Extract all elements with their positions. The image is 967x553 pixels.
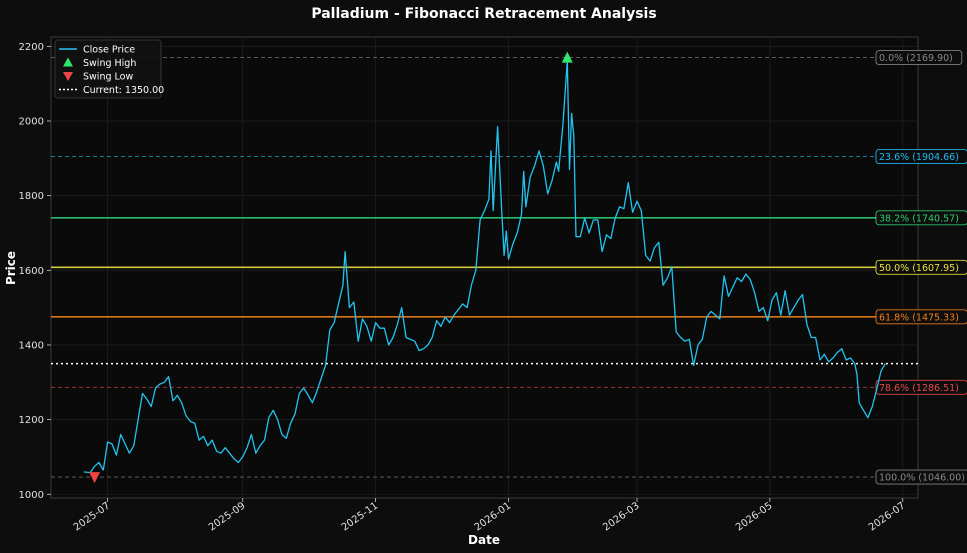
fib-level-label: 23.6% (1904.66)	[879, 152, 959, 163]
y-tick-label: 1400	[19, 340, 44, 351]
y-tick-label: 2200	[19, 42, 44, 53]
fib-level-label: 0.0% (2169.90)	[879, 53, 953, 64]
y-tick-label: 1200	[19, 415, 44, 426]
legend: Close Price Swing High Swing Low Current: 1…	[54, 39, 164, 99]
y-tick-label: 1600	[19, 266, 44, 277]
fib-level-label: 61.8% (1475.33)	[879, 312, 959, 323]
fib-level-label: 50.0% (1607.95)	[879, 263, 959, 274]
x-axis-title: Date	[468, 533, 500, 547]
fibonacci-chart: Palladium - Fibonacci Retracement Analys…	[0, 0, 967, 553]
y-axis-title: Price	[4, 251, 18, 285]
fib-level-label: 100.0% (1046.00)	[879, 473, 965, 484]
fib-level-label: 78.6% (1286.51)	[879, 383, 959, 394]
chart-title: Palladium - Fibonacci Retracement Analys…	[311, 6, 656, 22]
fib-level-label: 38.2% (1740.57)	[879, 213, 959, 224]
legend-label: Swing Low	[83, 72, 133, 83]
legend-label: Current: 1350.00	[83, 85, 164, 96]
y-tick-label: 1000	[19, 490, 44, 501]
legend-label: Swing High	[83, 58, 136, 69]
legend-label: Close Price	[83, 45, 135, 56]
y-tick-label: 1800	[19, 191, 44, 202]
y-tick-label: 2000	[19, 116, 44, 127]
